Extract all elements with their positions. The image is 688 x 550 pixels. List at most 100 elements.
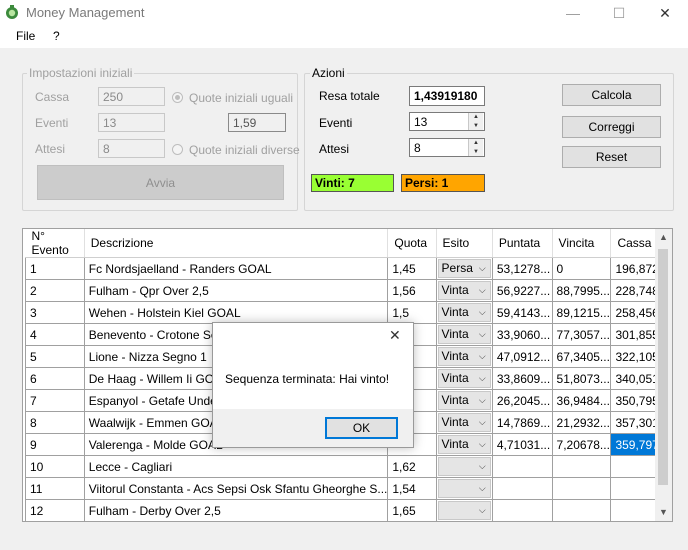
chevron-down-icon[interactable]: ⌵ <box>475 282 490 299</box>
desc-cell[interactable]: Lecce - Cagliari <box>83 455 389 478</box>
n-cell[interactable]: 5 <box>25 345 85 368</box>
puntata-cell[interactable]: 33,8609... <box>491 367 553 390</box>
n-cell[interactable]: 2 <box>25 279 85 302</box>
quota-cell[interactable]: 1,5 <box>387 301 437 324</box>
esito-cell[interactable]: Vinta ⌵ <box>435 323 493 346</box>
desc-cell[interactable]: Viitorul Constanta - Acs Sepsi Osk Sfant… <box>83 477 389 500</box>
quota-cell[interactable]: 1,65 <box>387 499 437 521</box>
chevron-down-icon[interactable]: ⌵ <box>475 392 490 409</box>
col-header-vincita[interactable]: Vincita <box>552 229 612 258</box>
esito-dropdown[interactable]: Vinta ⌵ <box>437 369 491 388</box>
vincita-cell[interactable]: 7,20678... <box>551 433 612 456</box>
quote-uguali-radio[interactable] <box>172 92 183 103</box>
vincita-cell[interactable] <box>551 455 612 478</box>
eventi-stepper[interactable]: 13 ▲ ▼ <box>409 112 485 131</box>
esito-dropdown[interactable]: Vinta ⌵ <box>437 281 491 300</box>
attesi-stepper-arrows[interactable]: ▲ ▼ <box>468 139 483 156</box>
vincita-cell[interactable]: 67,3405... <box>551 345 612 368</box>
esito-cell[interactable]: Vinta ⌵ <box>435 367 493 390</box>
esito-dropdown[interactable]: Vinta ⌵ <box>437 391 491 410</box>
quota-cell[interactable]: 1,56 <box>387 279 437 302</box>
puntata-cell[interactable]: 33,9060... <box>491 323 553 346</box>
puntata-cell[interactable]: 26,2045... <box>491 389 553 412</box>
scroll-down-icon[interactable]: ▼ <box>655 504 672 521</box>
esito-dropdown[interactable]: Vinta ⌵ <box>437 325 491 344</box>
esito-dropdown[interactable]: ⌵ <box>437 479 491 498</box>
quota-cell[interactable]: 1,62 <box>387 455 437 478</box>
scroll-thumb[interactable] <box>658 249 668 485</box>
table-row[interactable]: 2 Fulham - Qpr Over 2,5 1,56 Vinta ⌵ 56,9227.… <box>25 279 672 302</box>
col-header-quota[interactable]: Quota <box>387 229 437 258</box>
vincita-cell[interactable] <box>551 499 612 521</box>
esito-cell[interactable]: ⌵ <box>435 477 493 500</box>
n-cell[interactable]: 10 <box>25 455 85 478</box>
scroll-up-icon[interactable]: ▲ <box>655 229 672 246</box>
esito-dropdown[interactable]: Vinta ⌵ <box>437 347 491 366</box>
puntata-cell[interactable]: 4,71031... <box>491 433 553 456</box>
esito-cell[interactable]: Vinta ⌵ <box>435 301 493 324</box>
puntata-cell[interactable]: 14,7869... <box>491 411 553 434</box>
desc-cell[interactable]: Wehen - Holstein Kiel GOAL <box>83 301 389 324</box>
chevron-down-icon[interactable]: ⌵ <box>475 304 490 321</box>
cassa-field[interactable]: 250 <box>98 87 165 106</box>
esito-dropdown[interactable]: ⌵ <box>437 501 491 520</box>
eventi-stepper-arrows[interactable]: ▲ ▼ <box>468 113 483 130</box>
puntata-cell[interactable]: 59,4143... <box>491 301 553 324</box>
table-row[interactable]: 12 Fulham - Derby Over 2,5 1,65 ⌵ <box>25 499 672 521</box>
chevron-down-icon[interactable]: ⌵ <box>475 436 490 453</box>
chevron-down-icon[interactable]: ⌵ <box>475 370 490 387</box>
chevron-down-icon[interactable]: ⌵ <box>475 348 490 365</box>
chevron-down-icon[interactable]: ⌵ <box>475 414 490 431</box>
esito-cell[interactable]: Vinta ⌵ <box>435 279 493 302</box>
eventi-field[interactable]: 13 <box>98 113 165 132</box>
minimize-icon[interactable]: — <box>550 0 596 26</box>
chevron-down-icon[interactable]: ⌵ <box>475 326 490 343</box>
chevron-down-icon[interactable]: ⌵ <box>475 260 490 277</box>
col-header-descrizione[interactable]: Descrizione <box>84 229 389 258</box>
table-row[interactable]: 11 Viitorul Constanta - Acs Sepsi Osk Sfa… <box>25 477 672 500</box>
esito-cell[interactable]: Vinta ⌵ <box>435 411 493 434</box>
esito-dropdown[interactable]: ⌵ <box>437 457 491 476</box>
vincita-cell[interactable]: 51,8073... <box>551 367 612 390</box>
quote-field[interactable]: 1,59 <box>228 113 286 132</box>
chevron-down-icon[interactable]: ⌵ <box>475 458 490 475</box>
esito-dropdown[interactable]: Persa ⌵ <box>437 259 491 278</box>
esito-cell[interactable]: ⌵ <box>435 455 493 478</box>
quota-cell[interactable]: 1,54 <box>387 477 437 500</box>
calcola-button[interactable]: Calcola <box>562 84 661 106</box>
col-header-n-evento[interactable]: N° Evento <box>25 229 85 258</box>
esito-dropdown[interactable]: Vinta ⌵ <box>437 413 491 432</box>
n-cell[interactable]: 6 <box>25 367 85 390</box>
attesi-stepper[interactable]: 8 ▲ ▼ <box>409 138 485 157</box>
attesi-field[interactable]: 8 <box>98 139 165 158</box>
resa-totale-field[interactable]: 1,43919180 <box>409 86 485 106</box>
avvia-button[interactable]: Avvia <box>37 165 284 200</box>
vincita-cell[interactable] <box>551 477 612 500</box>
n-cell[interactable]: 1 <box>25 257 85 280</box>
esito-cell[interactable]: Vinta ⌵ <box>435 389 493 412</box>
chevron-down-icon[interactable]: ⌵ <box>475 502 490 519</box>
n-cell[interactable]: 12 <box>25 499 85 521</box>
reset-button[interactable]: Reset <box>562 146 661 168</box>
esito-dropdown[interactable]: Vinta ⌵ <box>437 303 491 322</box>
puntata-cell[interactable] <box>491 455 553 478</box>
table-row[interactable]: 10 Lecce - Cagliari 1,62 ⌵ <box>25 455 672 478</box>
vincita-cell[interactable]: 88,7995... <box>551 279 612 302</box>
n-cell[interactable]: 3 <box>25 301 85 324</box>
grid-scrollbar[interactable]: ▲ ▼ <box>655 229 672 521</box>
menu-help[interactable]: ? <box>53 29 60 43</box>
n-cell[interactable]: 7 <box>25 389 85 412</box>
table-row[interactable]: 3 Wehen - Holstein Kiel GOAL 1,5 Vinta ⌵ 59,4… <box>25 301 672 324</box>
quota-cell[interactable]: 1,45 <box>387 257 437 280</box>
n-cell[interactable]: 4 <box>25 323 85 346</box>
esito-cell[interactable]: Vinta ⌵ <box>435 433 493 456</box>
dialog-close-icon[interactable]: ✕ <box>389 327 401 344</box>
puntata-cell[interactable]: 47,0912... <box>491 345 553 368</box>
puntata-cell[interactable]: 56,9227... <box>491 279 553 302</box>
vincita-cell[interactable]: 77,3057... <box>551 323 612 346</box>
col-header-esito[interactable]: Esito <box>436 229 493 258</box>
maximize-icon[interactable]: ☐ <box>596 0 642 26</box>
puntata-cell[interactable] <box>491 477 553 500</box>
chevron-down-icon[interactable]: ⌵ <box>475 480 490 497</box>
vincita-cell[interactable]: 0 <box>551 257 612 280</box>
